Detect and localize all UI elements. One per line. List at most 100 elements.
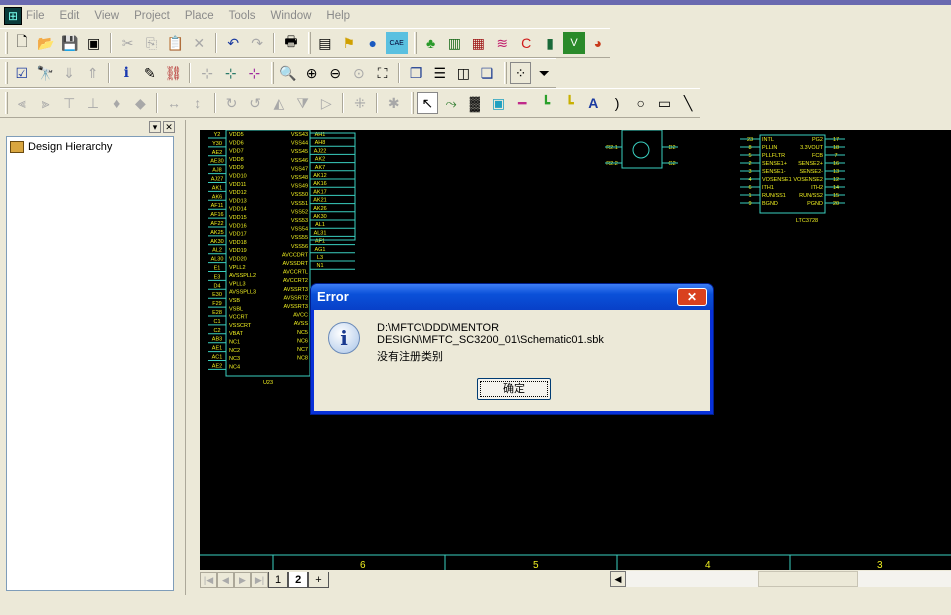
- net-icon[interactable]: ━: [511, 92, 533, 114]
- prev-sheet-button[interactable]: ◀: [217, 572, 234, 588]
- center-vertical-icon[interactable]: ♦: [106, 92, 128, 114]
- save-icon[interactable]: 💾: [59, 32, 81, 54]
- find-icon[interactable]: 🔭: [35, 62, 57, 84]
- tool-3-icon[interactable]: ▦: [467, 32, 489, 54]
- tool-2-icon[interactable]: ▥: [444, 32, 466, 54]
- last-sheet-button[interactable]: ▶|: [251, 572, 268, 588]
- delete-icon[interactable]: ✕: [188, 32, 210, 54]
- grid-icon[interactable]: ⁘: [509, 62, 532, 84]
- cae-cad-icon[interactable]: CAE: [385, 32, 408, 54]
- align-bottom-icon[interactable]: ⊥: [82, 92, 104, 114]
- align-left-icon[interactable]: ⫷: [11, 92, 33, 114]
- push-down-icon[interactable]: ⇓: [58, 62, 80, 84]
- flip-vertical-icon[interactable]: ⧩: [292, 92, 314, 114]
- component-q-body[interactable]: [621, 130, 663, 169]
- zoom-out-icon[interactable]: ⊖: [324, 62, 346, 84]
- space-horizontal-icon[interactable]: ↔: [163, 92, 185, 114]
- print-icon[interactable]: 🖶: [280, 32, 302, 54]
- app-icon[interactable]: ⊞: [4, 7, 22, 25]
- cascade-icon[interactable]: ❐: [405, 62, 427, 84]
- hierarchy-2-icon[interactable]: ⊹: [220, 62, 242, 84]
- circle-icon[interactable]: ○: [630, 92, 652, 114]
- rotate-ccw-icon[interactable]: ↺: [244, 92, 266, 114]
- horizontal-scrollbar[interactable]: ◀: [610, 571, 951, 587]
- next-sheet-button[interactable]: ▶: [234, 572, 251, 588]
- hierarchy-1-icon[interactable]: ⊹: [196, 62, 218, 84]
- sheet-tab-2[interactable]: 2: [288, 572, 309, 588]
- tile-vertical-icon[interactable]: ◫: [453, 62, 475, 84]
- ok-button[interactable]: 确定: [477, 378, 551, 400]
- arrange-icon[interactable]: ❏: [476, 62, 498, 84]
- info-icon[interactable]: i: [115, 62, 137, 84]
- align-right-icon[interactable]: ⫸: [35, 92, 57, 114]
- toolbar-grip[interactable]: [5, 62, 8, 84]
- zoom-fit-icon[interactable]: ⛶: [372, 62, 394, 84]
- panel-dropdown-button[interactable]: ▾: [149, 121, 161, 133]
- toolbar-grip[interactable]: [410, 92, 414, 114]
- panel-close-button[interactable]: ✕: [163, 121, 175, 133]
- check-icon[interactable]: ☑: [11, 62, 33, 84]
- netlist-icon[interactable]: ▤: [314, 32, 336, 54]
- center-horizontal-icon[interactable]: ◆: [130, 92, 152, 114]
- rectangle-icon[interactable]: ▭: [654, 92, 676, 114]
- toolbar-grip[interactable]: [413, 32, 417, 54]
- line-icon[interactable]: ╲: [677, 92, 699, 114]
- rotate-cw-icon[interactable]: ↻: [221, 92, 243, 114]
- zoom-icon[interactable]: 🔍: [277, 62, 299, 84]
- filter-icon[interactable]: ⏷: [533, 62, 555, 84]
- flip-icon[interactable]: ▷: [315, 92, 337, 114]
- scroll-thumb[interactable]: [758, 571, 858, 587]
- arc-icon[interactable]: ): [606, 92, 628, 114]
- paste-icon[interactable]: 📋: [164, 32, 186, 54]
- open-icon[interactable]: 📂: [35, 32, 57, 54]
- scroll-left-button[interactable]: ◀: [610, 571, 626, 587]
- pop-up-icon[interactable]: ⇑: [82, 62, 104, 84]
- properties-icon[interactable]: ✎: [139, 62, 161, 84]
- toolbar-grip[interactable]: [271, 62, 275, 84]
- component-icon[interactable]: ▓: [464, 92, 486, 114]
- flip-horizontal-icon[interactable]: ◭: [268, 92, 290, 114]
- menu-view[interactable]: View: [94, 10, 119, 22]
- wire-select-icon[interactable]: ⤳: [440, 92, 462, 114]
- text-icon[interactable]: A: [582, 92, 604, 114]
- sheet-tab-1[interactable]: 1: [268, 572, 289, 588]
- menu-project[interactable]: Project: [134, 10, 170, 22]
- bus-icon[interactable]: ┗: [559, 92, 581, 114]
- save-all-icon[interactable]: ▣: [83, 32, 105, 54]
- select-icon[interactable]: ↖: [416, 92, 439, 114]
- sheet-tab-add[interactable]: +: [308, 572, 329, 588]
- menu-tools[interactable]: Tools: [229, 10, 256, 22]
- tool-5-icon[interactable]: C: [515, 32, 537, 54]
- hierarchy-3-icon[interactable]: ⊹: [244, 62, 266, 84]
- redo-icon[interactable]: ↷: [246, 32, 268, 54]
- new-icon[interactable]: 🗋: [11, 32, 33, 54]
- tool-6-icon[interactable]: ▮: [539, 32, 561, 54]
- wire-icon[interactable]: ┗: [535, 92, 557, 114]
- tool-8-icon[interactable]: ◕: [587, 32, 609, 54]
- menu-window[interactable]: Window: [271, 10, 312, 22]
- zoom-previous-icon[interactable]: ⊙: [348, 62, 370, 84]
- tool-1-icon[interactable]: ♣: [420, 32, 442, 54]
- menu-help[interactable]: Help: [326, 10, 350, 22]
- toolbar-grip[interactable]: [503, 62, 507, 84]
- tree-item-design-hierarchy[interactable]: Design Hierarchy: [10, 141, 170, 153]
- zoom-in-icon[interactable]: ⊕: [301, 62, 323, 84]
- space-vertical-icon[interactable]: ↕: [187, 92, 209, 114]
- toolbar-grip[interactable]: [5, 32, 8, 54]
- menu-file[interactable]: File: [26, 10, 45, 22]
- copy-icon[interactable]: ⎘: [141, 32, 163, 54]
- toolbar-grip[interactable]: [5, 92, 8, 114]
- menu-edit[interactable]: Edit: [60, 10, 80, 22]
- ungroup-icon[interactable]: ✱: [383, 92, 405, 114]
- undo-icon[interactable]: ↶: [222, 32, 244, 54]
- dialog-close-button[interactable]: ✕: [677, 288, 707, 306]
- block-icon[interactable]: ▣: [488, 92, 510, 114]
- tool-4-icon[interactable]: ≋: [491, 32, 513, 54]
- group-icon[interactable]: ⁜: [349, 92, 371, 114]
- cut-icon[interactable]: ✂: [117, 32, 139, 54]
- tool-7-icon[interactable]: V: [563, 32, 585, 54]
- first-sheet-button[interactable]: |◀: [200, 572, 217, 588]
- menu-place[interactable]: Place: [185, 10, 214, 22]
- toolbar-grip[interactable]: [307, 32, 311, 54]
- tile-horizontal-icon[interactable]: ☰: [429, 62, 451, 84]
